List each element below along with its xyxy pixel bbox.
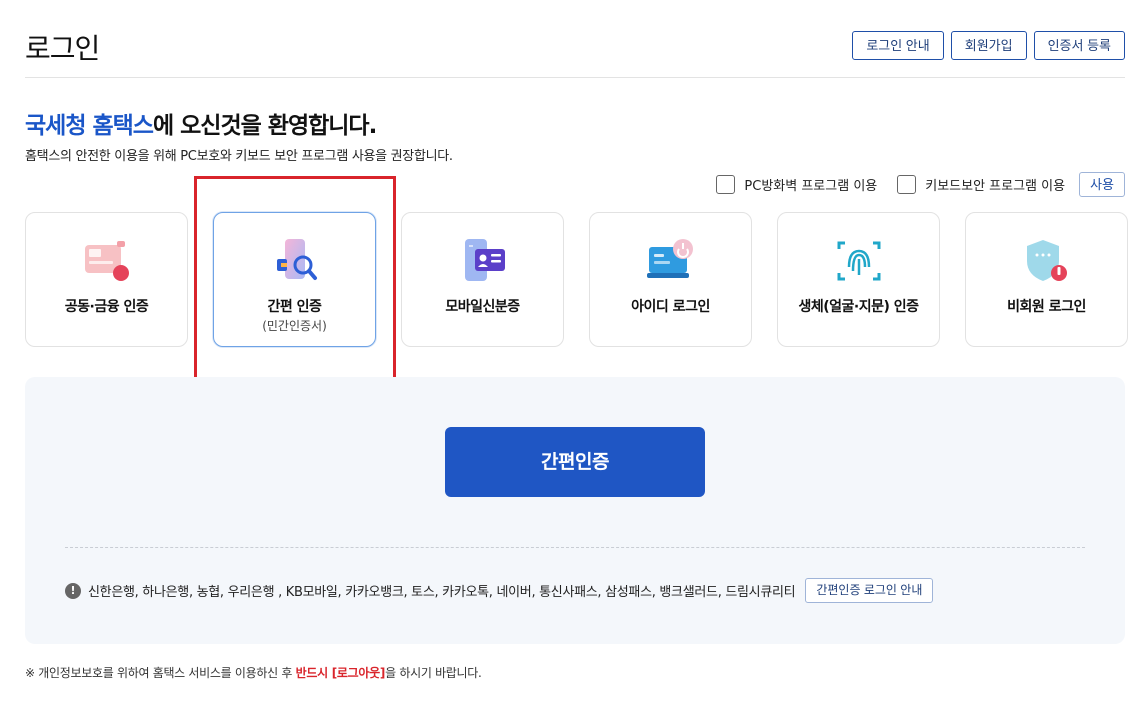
register-certificate-button[interactable]: 인증서 등록 <box>1033 31 1125 60</box>
header-button-group: 로그인 안내 회원가입 인증서 등록 <box>852 31 1125 60</box>
card-label: 생체(얼굴·지문) 인증 <box>798 299 919 315</box>
keyboard-security-checkbox[interactable] <box>897 174 917 194</box>
card-id-login[interactable]: 아이디 로그인 <box>589 212 752 347</box>
signup-button[interactable]: 회원가입 <box>950 31 1027 60</box>
card-guest-login[interactable]: 비회원 로그인 <box>965 212 1128 347</box>
divider <box>65 547 1085 548</box>
security-options: PC방화벽 프로그램 이용 키보드보안 프로그램 이용 사용 <box>716 171 1125 197</box>
simple-auth-icon <box>276 239 317 280</box>
login-method-cards: 공동·금융 인증 간편 인증 (민간인증서) 모바일신분증 아이디 로그인 생체… <box>25 212 1128 347</box>
page-header: 로그인 로그인 안내 회원가입 인증서 등록 <box>25 0 1125 78</box>
info-icon: ! <box>65 582 81 599</box>
security-recommendation-text: 홈택스의 안전한 이용을 위해 PC보호와 키보드 보안 프로그램 사용을 권장… <box>25 149 453 164</box>
fingerprint-icon <box>837 241 880 281</box>
simple-auth-guide-button[interactable]: 간편인증 로그인 안내 <box>805 578 934 603</box>
welcome-rest: 에 오신것을 환영합니다. <box>152 113 377 139</box>
card-label: 간편 인증 <box>267 299 322 315</box>
card-label: 모바일신분증 <box>445 299 520 315</box>
card-simple-auth[interactable]: 간편 인증 (민간인증서) <box>213 212 376 347</box>
id-login-icon <box>646 239 693 278</box>
page-title: 로그인 <box>25 32 100 65</box>
guest-shield-icon <box>1026 240 1067 281</box>
card-label: 공동·금융 인증 <box>64 299 149 315</box>
provider-info-row: ! 신한은행, 하나은행, 농협, 우리은행 , KB모바일, 카카오뱅크, 토… <box>65 578 934 603</box>
logout-notice: ※ 개인정보보호를 위하여 홈택스 서비스를 이용하신 후 반드시 [로그아웃]… <box>25 664 482 681</box>
card-joint-financial-cert[interactable]: 공동·금융 인증 <box>25 212 188 347</box>
certificate-icon <box>84 241 129 281</box>
login-guide-button[interactable]: 로그인 안내 <box>852 31 944 60</box>
firewall-option[interactable]: PC방화벽 프로그램 이용 <box>716 174 878 194</box>
provider-list-text: 신한은행, 하나은행, 농협, 우리은행 , KB모바일, 카카오뱅크, 토스,… <box>88 585 796 600</box>
firewall-checkbox[interactable] <box>716 174 736 194</box>
simple-auth-panel: 간편인증 ! 신한은행, 하나은행, 농협, 우리은행 , KB모바일, 카카오… <box>25 377 1125 644</box>
firewall-label: PC방화벽 프로그램 이용 <box>744 178 878 194</box>
welcome-brand: 국세청 홈택스 <box>25 113 154 139</box>
card-label: 아이디 로그인 <box>631 299 710 315</box>
welcome-heading: 국세청 홈택스에 오신것을 환영합니다. <box>25 106 377 140</box>
notice-prefix: ※ 개인정보보호를 위하여 홈택스 서비스를 이용하신 후 <box>25 666 296 680</box>
card-sublabel: (민간인증서) <box>262 319 327 333</box>
use-button[interactable]: 사용 <box>1079 171 1125 197</box>
card-biometric-auth[interactable]: 생체(얼굴·지문) 인증 <box>777 212 940 347</box>
card-label: 비회원 로그인 <box>1007 299 1086 315</box>
card-mobile-id[interactable]: 모바일신분증 <box>401 212 564 347</box>
keyboard-security-label: 키보드보안 프로그램 이용 <box>925 178 1066 194</box>
keyboard-security-option[interactable]: 키보드보안 프로그램 이용 <box>897 174 1066 194</box>
mobile-id-icon <box>464 239 505 281</box>
notice-suffix: 을 하시기 바랍니다. <box>385 666 482 680</box>
simple-auth-button[interactable]: 간편인증 <box>445 427 705 497</box>
notice-emphasis: 반드시 [로그아웃] <box>295 666 386 680</box>
